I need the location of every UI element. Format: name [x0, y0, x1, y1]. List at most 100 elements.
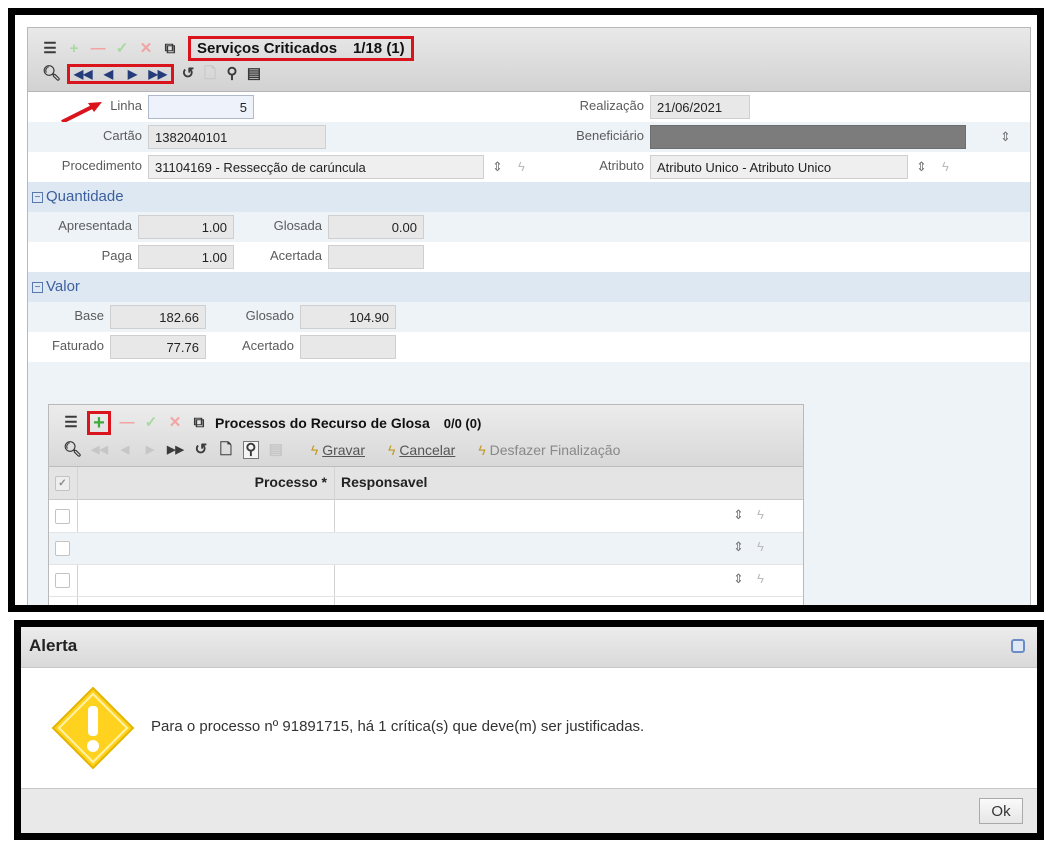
grid-row[interactable]: ⇕ ϟ: [49, 533, 803, 565]
search-icon[interactable]: 🔍︎: [42, 65, 61, 83]
acertado-field[interactable]: [300, 335, 396, 359]
procedimento-field[interactable]: 31104169 - Ressecção de carúncula: [148, 155, 484, 179]
beneficiario-field[interactable]: [650, 125, 966, 149]
confirm-icon[interactable]: ✓: [143, 414, 159, 432]
row-paga: Paga 1.00 Acertada: [28, 242, 1030, 272]
link-icon[interactable]: ⚲: [242, 441, 259, 459]
confirm-icon[interactable]: ✓: [114, 40, 130, 58]
grid-icon[interactable]: ▤: [246, 65, 262, 83]
column-processo[interactable]: Processo *: [49, 474, 327, 490]
glosada-label: Glosada: [273, 218, 322, 233]
select-arrows-icon[interactable]: ⇕: [492, 159, 507, 175]
gravar-button[interactable]: ϟ Gravar: [311, 442, 365, 458]
select-arrows-icon[interactable]: ⇕: [733, 571, 748, 587]
acertada-field[interactable]: [328, 245, 424, 269]
glosada-field[interactable]: 0.00: [328, 215, 424, 239]
next-icon[interactable]: ▶: [142, 441, 158, 459]
select-arrows-icon[interactable]: ⇕: [1000, 129, 1015, 145]
lightning-icon[interactable]: ϟ: [757, 539, 768, 554]
add-icon[interactable]: +: [87, 411, 111, 435]
row-faturado: Faturado 77.76 Acertado: [28, 332, 1030, 362]
select-arrows-icon[interactable]: ⇕: [916, 159, 931, 175]
alert-body: Para o processo nº 91891715, há 1 crític…: [21, 668, 1037, 788]
row-cartao: Cartão 1382040101 Beneficiário ⇕: [28, 122, 1030, 152]
first-icon[interactable]: ◀◀: [91, 441, 108, 459]
paga-field[interactable]: 1.00: [138, 245, 234, 269]
glosado-field[interactable]: 104.90: [300, 305, 396, 329]
document-icon[interactable]: 🗋: [218, 441, 234, 459]
glosado-label: Glosado: [245, 308, 294, 323]
select-arrows-icon[interactable]: ⇕: [733, 539, 748, 555]
grid-row[interactable]: ⇕ ϟ: [49, 565, 803, 597]
next-icon[interactable]: ▶: [125, 65, 141, 83]
prev-icon[interactable]: ◀: [117, 441, 133, 459]
panel-title: Serviços Criticados: [197, 40, 338, 57]
list-icon[interactable]: ☰: [42, 40, 58, 58]
cartao-field[interactable]: 1382040101: [148, 125, 326, 149]
atributo-field[interactable]: Atributo Unico - Atributo Unico: [650, 155, 908, 179]
gravar-label: Gravar: [322, 442, 365, 458]
prev-icon[interactable]: ◀: [101, 65, 117, 83]
search-icon[interactable]: 🔍︎: [63, 441, 82, 459]
beneficiario-label: Beneficiário: [576, 128, 644, 143]
close-icon[interactable]: [1011, 639, 1025, 653]
collapse-icon[interactable]: −: [32, 282, 43, 293]
lightning-icon[interactable]: ϟ: [757, 507, 768, 522]
linha-label: Linha: [110, 98, 142, 113]
row-apresentada: Apresentada 1.00 Glosada 0.00: [28, 212, 1030, 242]
valor-title: Valor: [46, 278, 80, 295]
section-quantidade[interactable]: − Quantidade: [28, 182, 1030, 212]
last-icon[interactable]: ▶▶: [149, 65, 167, 83]
export-icon[interactable]: ⧉: [162, 40, 178, 58]
first-icon[interactable]: ◀◀: [74, 65, 92, 83]
faturado-field[interactable]: 77.76: [110, 335, 206, 359]
base-label: Base: [74, 308, 104, 323]
linha-field[interactable]: 5: [148, 95, 254, 119]
row-base: Base 182.66 Glosado 104.90: [28, 302, 1030, 332]
record-counter: 1/18 (1): [352, 40, 405, 57]
desfazer-button[interactable]: ϟ Desfazer Finalização: [478, 442, 620, 458]
select-arrows-icon[interactable]: ⇕: [733, 507, 748, 523]
realizacao-field[interactable]: 21/06/2021: [650, 95, 750, 119]
atributo-label: Atributo: [599, 158, 644, 173]
apresentada-field[interactable]: 1.00: [138, 215, 234, 239]
row-linha: Linha 5 Realização 21/06/2021: [28, 92, 1030, 124]
cancel-icon[interactable]: ✕: [167, 414, 183, 432]
ok-button[interactable]: Ok: [979, 798, 1023, 824]
base-field[interactable]: 182.66: [110, 305, 206, 329]
cancelar-button[interactable]: ϟ Cancelar: [388, 442, 455, 458]
lightning-icon[interactable]: ϟ: [942, 159, 953, 174]
last-icon[interactable]: ▶▶: [167, 441, 184, 459]
servicos-criticados-panel: ☰ + — ✓ ✕ ⧉ Serviços Criticados 1/18 (1)…: [27, 27, 1031, 605]
cancel-icon[interactable]: ✕: [138, 40, 154, 58]
refresh-icon[interactable]: ↺: [193, 441, 209, 459]
subpanel-counter: 0/0 (0): [443, 415, 482, 431]
cancelar-label: Cancelar: [399, 442, 456, 458]
link-icon[interactable]: ⚲: [224, 65, 240, 83]
lightning-icon[interactable]: ϟ: [757, 571, 768, 586]
collapse-icon[interactable]: −: [32, 192, 43, 203]
add-icon[interactable]: +: [66, 40, 82, 58]
quantidade-title: Quantidade: [46, 188, 124, 205]
row-procedimento: Procedimento 31104169 - Ressecção de car…: [28, 152, 1030, 182]
lightning-icon[interactable]: ϟ: [518, 159, 529, 174]
column-responsavel[interactable]: Responsavel: [341, 474, 427, 490]
faturado-label: Faturado: [51, 338, 104, 353]
refresh-icon[interactable]: ↺: [180, 65, 196, 83]
section-valor[interactable]: − Valor: [28, 272, 1030, 302]
export-icon[interactable]: ⧉: [191, 414, 207, 432]
list-icon[interactable]: ☰: [63, 414, 79, 432]
remove-icon[interactable]: —: [119, 414, 135, 432]
row-checkbox[interactable]: [55, 541, 70, 556]
grid-header: ✓ Processo * Responsavel: [49, 467, 803, 500]
row-checkbox[interactable]: [55, 573, 70, 588]
document-icon[interactable]: 🗋: [202, 65, 218, 83]
grid-icon[interactable]: ▤: [268, 441, 284, 459]
grid-row[interactable]: ⇕ ϟ: [49, 501, 803, 533]
warning-icon: [51, 686, 135, 770]
main-toolbar: ☰ + — ✓ ✕ ⧉ Serviços Criticados 1/18 (1)…: [28, 28, 1030, 92]
row-checkbox[interactable]: [55, 509, 70, 524]
remove-icon[interactable]: —: [90, 40, 106, 58]
procedimento-label: Procedimento: [61, 158, 142, 173]
paga-label: Paga: [101, 248, 132, 263]
